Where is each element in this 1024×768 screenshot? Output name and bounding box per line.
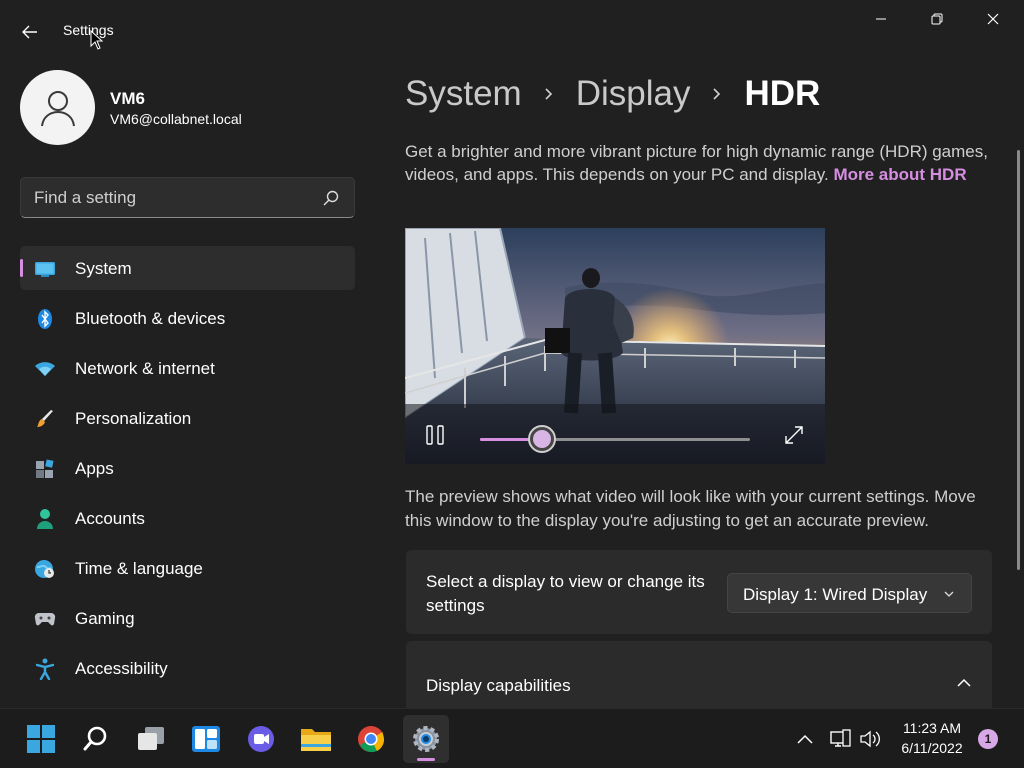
breadcrumb-display[interactable]: Display <box>576 74 691 114</box>
more-about-hdr-link[interactable]: More about HDR <box>833 165 966 184</box>
sidebar-item-time-language[interactable]: Time & language <box>20 546 355 590</box>
back-arrow-icon <box>22 25 37 39</box>
display-dropdown-value: Display 1: Wired Display <box>743 585 928 604</box>
title-bar: Settings <box>0 0 1024 60</box>
teams-chat-icon <box>248 726 274 752</box>
fullscreen-icon[interactable] <box>783 424 805 446</box>
video-controls <box>405 404 825 464</box>
show-hidden-icons-button[interactable] <box>793 727 817 751</box>
sidebar-item-network[interactable]: Network & internet <box>20 346 355 390</box>
avatar[interactable] <box>20 70 95 145</box>
file-explorer-button[interactable] <box>293 715 339 763</box>
display-capabilities-label: Display capabilities <box>426 676 571 695</box>
system-monitor-icon <box>34 258 56 280</box>
pause-icon[interactable] <box>423 424 447 446</box>
sidebar-item-bluetooth[interactable]: Bluetooth & devices <box>20 296 355 340</box>
breadcrumb-system[interactable]: System <box>405 74 522 114</box>
sidebar-item-label: System <box>75 259 132 278</box>
file-explorer-icon <box>301 729 331 751</box>
sidebar-item-apps[interactable]: Apps <box>20 446 355 490</box>
settings-taskbar-button[interactable] <box>403 715 449 763</box>
sidebar-item-system[interactable]: System <box>20 246 355 290</box>
scrollbar[interactable] <box>1017 150 1020 570</box>
network-tray-button[interactable] <box>828 727 852 751</box>
bluetooth-icon <box>34 308 56 330</box>
sidebar-item-label: Accessibility <box>75 659 168 678</box>
search-box[interactable] <box>20 177 355 218</box>
chevron-down-icon <box>944 591 954 597</box>
display-dropdown[interactable]: Display 1: Wired Display <box>727 573 972 613</box>
sidebar-item-label: Time & language <box>75 559 203 578</box>
hdr-video-preview[interactable] <box>405 228 825 464</box>
chrome-icon <box>358 726 385 753</box>
back-button[interactable] <box>14 16 46 48</box>
sidebar-item-label: Gaming <box>75 609 135 628</box>
chevron-up-icon <box>797 734 813 744</box>
restore-icon <box>931 13 943 25</box>
search-input[interactable] <box>34 188 304 208</box>
profile-name: VM6 <box>110 89 145 108</box>
page-title: HDR <box>744 74 821 113</box>
selection-indicator <box>20 259 23 277</box>
profile-email: VM6@collabnet.local <box>110 111 242 127</box>
accessibility-icon <box>34 658 56 680</box>
mouse-cursor-icon <box>90 30 104 50</box>
sidebar-item-label: Accounts <box>75 509 145 528</box>
sidebar-item-gaming[interactable]: Gaming <box>20 596 355 640</box>
app-title: Settings <box>63 22 114 38</box>
wifi-icon <box>34 358 56 380</box>
display-select-card: Select a display to view or change its s… <box>406 550 992 634</box>
chrome-button[interactable] <box>348 715 394 763</box>
breadcrumb: System Display HDR <box>405 72 820 116</box>
chevron-right-icon <box>545 88 552 100</box>
seek-thumb[interactable] <box>528 425 557 453</box>
minimize-icon <box>876 18 886 20</box>
search-icon[interactable] <box>322 189 340 207</box>
teams-chat-button[interactable] <box>238 715 284 763</box>
user-icon <box>40 90 75 126</box>
taskbar-search-button[interactable] <box>73 715 119 763</box>
sidebar-item-accessibility[interactable]: Accessibility <box>20 646 355 690</box>
sidebar-item-label: Personalization <box>75 409 192 428</box>
gamepad-icon <box>34 608 56 630</box>
display-capabilities-card[interactable]: Display capabilities <box>406 641 992 711</box>
hdr-description: Get a brighter and more vibrant picture … <box>405 140 1000 186</box>
widgets-icon <box>192 726 220 752</box>
clock-time[interactable]: 11:23 AM <box>890 720 974 736</box>
close-icon <box>987 13 999 25</box>
start-button[interactable] <box>18 715 64 763</box>
volume-icon <box>860 730 880 748</box>
sidebar-item-personalization[interactable]: Personalization <box>20 396 355 440</box>
sidebar-nav: System Bluetooth & devices Network & int… <box>20 246 355 696</box>
apps-icon <box>34 458 56 480</box>
settings-gear-icon <box>413 726 439 752</box>
taskbar: 11:23 AM 6/11/2022 1 <box>0 708 1024 768</box>
notification-badge[interactable]: 1 <box>978 729 998 749</box>
display-select-label: Select a display to view or change its s… <box>426 572 705 615</box>
task-view-icon <box>138 727 164 750</box>
active-app-indicator <box>417 758 435 761</box>
sidebar-item-label: Bluetooth & devices <box>75 309 226 328</box>
video-seek-slider[interactable] <box>480 425 750 453</box>
minimize-button[interactable] <box>858 4 904 34</box>
close-button[interactable] <box>970 4 1016 34</box>
volume-tray-button[interactable] <box>859 727 883 751</box>
clock-date[interactable]: 6/11/2022 <box>890 740 974 756</box>
sidebar-item-label: Network & internet <box>75 359 215 378</box>
accounts-icon <box>34 508 56 530</box>
start-icon <box>27 725 55 753</box>
preview-note: The preview shows what video will look l… <box>405 487 976 530</box>
restore-button[interactable] <box>914 4 960 34</box>
task-view-button[interactable] <box>128 715 174 763</box>
widgets-button[interactable] <box>183 715 229 763</box>
chevron-up-icon[interactable] <box>956 675 972 691</box>
sidebar-item-label: Apps <box>75 459 114 478</box>
seek-thumb-inner <box>533 430 552 448</box>
network-monitor-icon <box>830 729 851 747</box>
sidebar-item-accounts[interactable]: Accounts <box>20 496 355 540</box>
paintbrush-icon <box>34 408 56 430</box>
time-language-icon <box>34 558 56 580</box>
search-icon <box>83 726 107 751</box>
chevron-right-icon <box>713 88 721 100</box>
